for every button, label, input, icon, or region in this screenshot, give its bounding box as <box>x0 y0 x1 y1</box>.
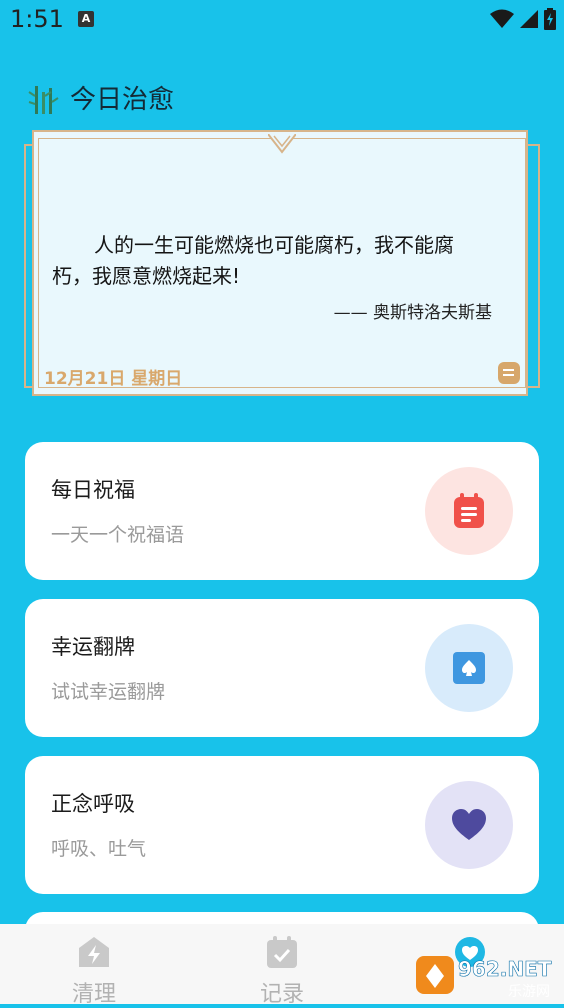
status-icons <box>489 8 556 30</box>
status-time: 1:51 <box>10 5 64 33</box>
watermark-text: 962.NET <box>458 957 552 981</box>
feature-icon-circle[interactable] <box>425 781 513 869</box>
quote-date: 12月21日 星期日 <box>44 369 183 389</box>
wifi-icon <box>489 9 514 28</box>
spade-card-icon <box>453 652 485 684</box>
feature-subtitle: 呼吸、吐气 <box>51 838 147 860</box>
feature-card-blessing[interactable]: 每日祝福 一天一个祝福语 <box>25 442 539 580</box>
notification-icon: A <box>78 11 94 27</box>
notch-icon <box>268 134 296 154</box>
cell-signal-icon <box>519 10 538 28</box>
nav-item-clean[interactable]: 清理 <box>0 924 188 1007</box>
watermark-subtext: 乐游网 <box>508 984 550 1000</box>
feature-title: 幸运翻牌 <box>51 635 135 659</box>
quote-author: —— 奥斯特洛夫斯基 <box>333 303 492 323</box>
feature-title: 每日祝福 <box>51 478 135 502</box>
page-title: 今日治愈 <box>70 85 175 115</box>
watermark-logo: 962.NET 乐游网 <box>416 956 552 1000</box>
nav-label-record: 记录 <box>259 982 304 1007</box>
feature-subtitle: 试试幸运翻牌 <box>51 681 166 703</box>
nav-label-clean: 清理 <box>71 982 116 1007</box>
feature-subtitle: 一天一个祝福语 <box>51 524 185 546</box>
note-icon[interactable] <box>498 362 520 384</box>
feature-icon-circle[interactable] <box>425 467 513 555</box>
status-bar: 1:51 A <box>0 0 564 40</box>
lightning-house-icon <box>79 937 109 967</box>
heart-icon <box>452 809 486 840</box>
feature-card-lucky-flip[interactable]: 幸运翻牌 试试幸运翻牌 <box>25 599 539 737</box>
calendar-check-icon <box>267 936 297 968</box>
quote-text: 人的一生可能燃烧也可能腐朽，我不能腐朽，我愿意燃烧起来! <box>52 233 454 288</box>
feature-icon-circle[interactable] <box>425 624 513 712</box>
battery-icon <box>544 8 556 30</box>
feature-title: 正念呼吸 <box>51 792 135 816</box>
feature-card-breathing[interactable]: 正念呼吸 呼吸、吐气 <box>25 756 539 894</box>
notepad-icon <box>454 493 484 528</box>
quote-card: 人的一生可能燃烧也可能腐朽，我不能腐朽，我愿意燃烧起来! —— 奥斯特洛夫斯基 … <box>24 130 540 400</box>
bamboo-icon <box>28 86 59 114</box>
nav-item-record[interactable]: 记录 <box>188 924 376 1007</box>
